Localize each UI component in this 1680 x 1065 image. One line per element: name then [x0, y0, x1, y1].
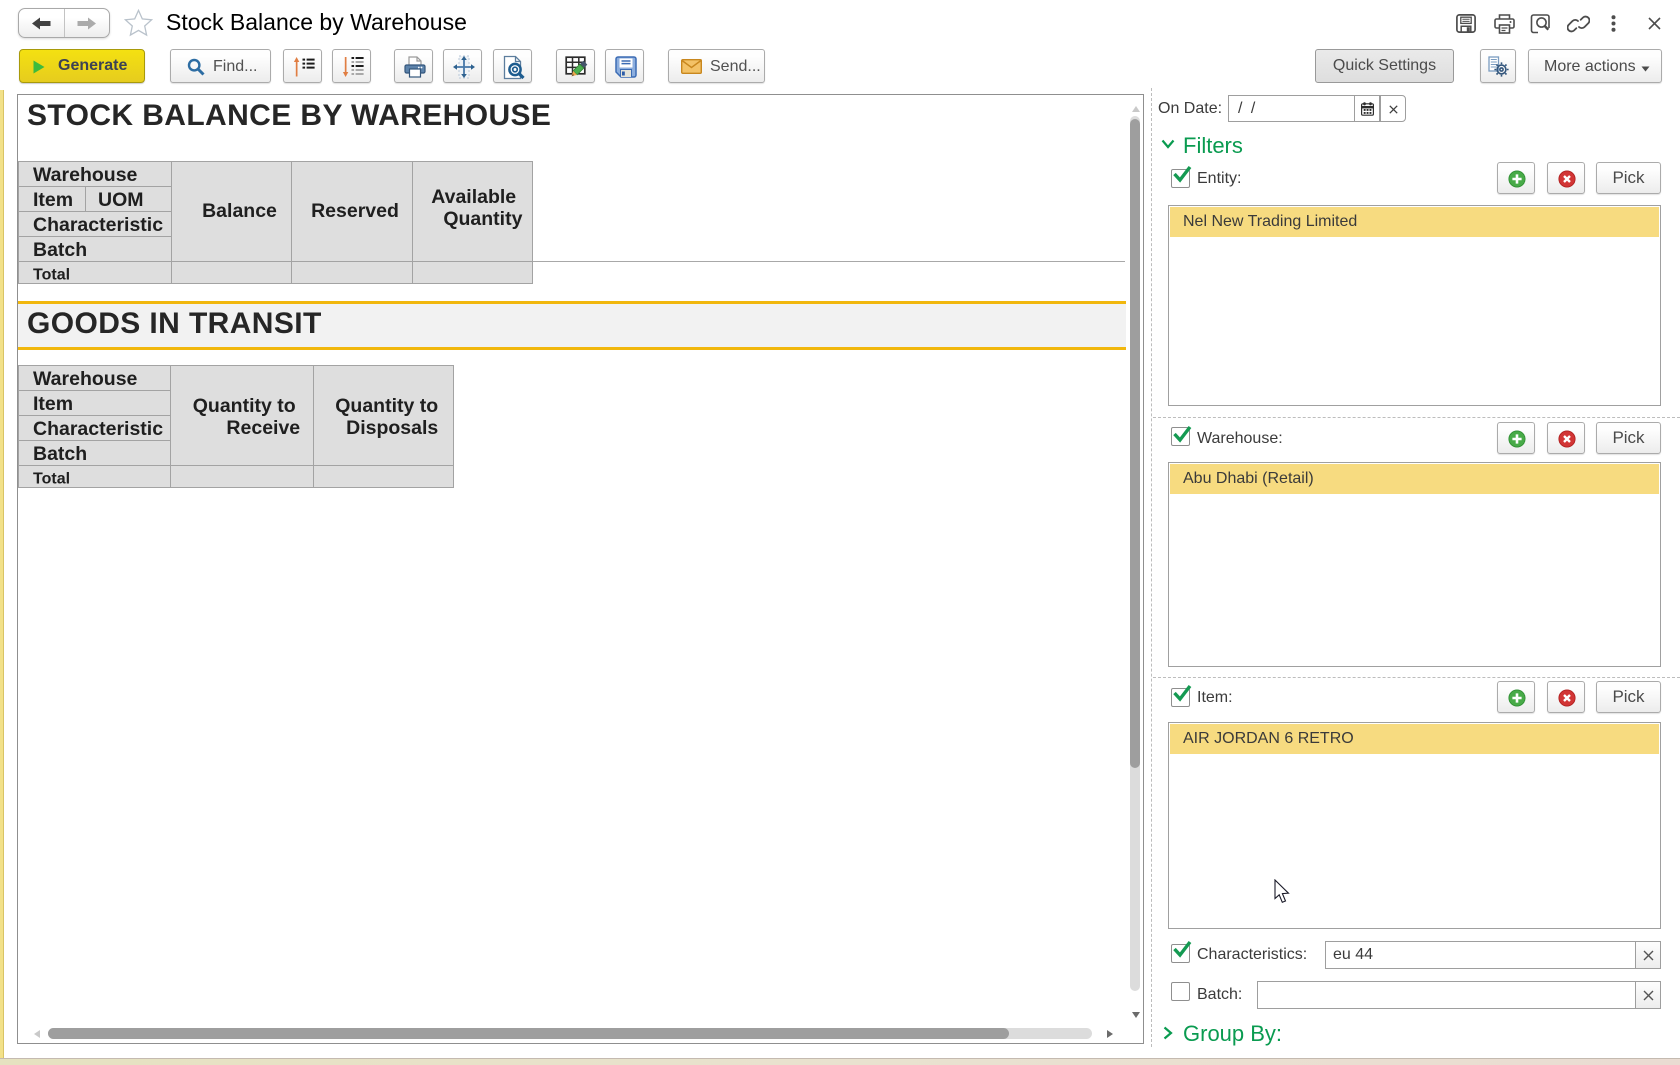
svg-text:Characteristic: Characteristic: [33, 214, 163, 236]
svg-text:Available: Available: [431, 186, 516, 208]
svg-text:Quantity to: Quantity to: [335, 395, 438, 417]
svg-text:Item: Item: [33, 393, 73, 415]
svg-text:Batch: Batch: [33, 239, 87, 261]
svg-text:Batch: Batch: [33, 443, 87, 465]
svg-text:Warehouse: Warehouse: [33, 368, 138, 390]
svg-text:Quantity: Quantity: [443, 208, 522, 230]
svg-text:Receive: Receive: [226, 417, 300, 439]
svg-text:Item: Item: [33, 189, 73, 211]
svg-text:Characteristic: Characteristic: [33, 418, 163, 440]
svg-text:Balance: Balance: [202, 200, 277, 222]
svg-text:Quantity to: Quantity to: [193, 395, 296, 417]
svg-text:Total: Total: [33, 267, 70, 284]
svg-text:UOM: UOM: [98, 189, 144, 211]
svg-text:Disposals: Disposals: [346, 417, 438, 439]
svg-text:Reserved: Reserved: [311, 200, 399, 222]
svg-text:Warehouse: Warehouse: [33, 164, 138, 186]
svg-text:Total: Total: [33, 471, 70, 488]
